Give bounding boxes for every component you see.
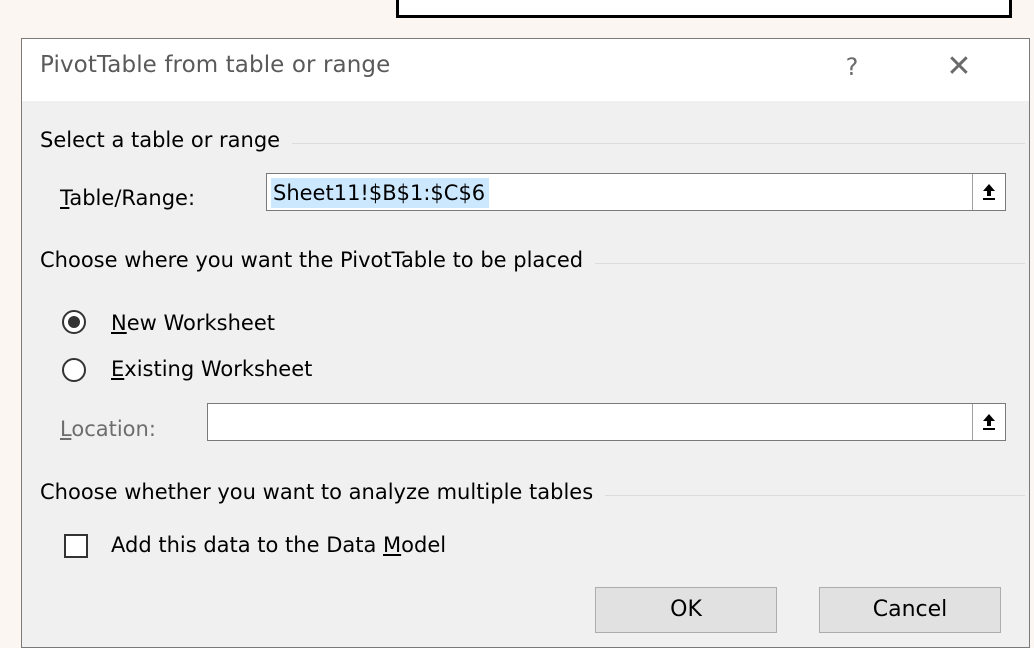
range-input-value: Sheet11!$B$1:$C$6 — [271, 178, 490, 208]
radio-existing-worksheet[interactable] — [62, 358, 86, 382]
range-input[interactable]: Sheet11!$B$1:$C$6 — [266, 173, 1006, 211]
range-label: Table/Range: — [60, 186, 195, 210]
data-model-label-mnemonic: M — [383, 533, 402, 557]
location-label-mnemonic: L — [60, 417, 72, 441]
section-heading-placement: Choose where you want the PivotTable to … — [40, 248, 596, 272]
radio-existing-worksheet-label[interactable]: Existing Worksheet — [111, 357, 312, 381]
ok-button[interactable]: OK — [595, 587, 777, 633]
range-label-mnemonic: T — [60, 186, 70, 210]
data-model-checkbox-label[interactable]: Add this data to the Data Model — [111, 533, 446, 557]
pivottable-dialog: PivotTable from table or range ? ✕ Selec… — [21, 38, 1030, 648]
radio-new-worksheet-mnemonic: N — [111, 311, 127, 335]
cancel-button[interactable]: Cancel — [819, 587, 1001, 633]
section-heading-multiple: Choose whether you want to analyze multi… — [40, 480, 606, 504]
dialog-title: PivotTable from table or range — [40, 52, 391, 78]
close-button[interactable]: ✕ — [934, 45, 984, 89]
location-label-rest: ocation: — [71, 417, 156, 441]
dialog-titlebar: PivotTable from table or range ? ✕ — [22, 39, 1029, 101]
radio-new-worksheet[interactable] — [62, 310, 86, 334]
radio-existing-worksheet-mnemonic: E — [111, 357, 125, 381]
radio-selected-dot — [68, 316, 80, 328]
location-collapse-button[interactable] — [972, 404, 1005, 440]
radio-new-worksheet-text: ew Worksheet — [126, 311, 275, 335]
data-model-label-suffix: odel — [401, 533, 447, 557]
range-collapse-button[interactable] — [972, 174, 1005, 210]
data-model-label-prefix: Add this data to the Data — [111, 533, 384, 557]
background-window-frame — [396, 0, 1012, 18]
range-label-rest: able/Range: — [69, 186, 196, 210]
help-button[interactable]: ? — [832, 45, 872, 89]
data-model-checkbox[interactable] — [64, 534, 88, 558]
radio-existing-worksheet-text: xisting Worksheet — [124, 357, 313, 381]
collapse-dialog-icon — [983, 414, 995, 430]
radio-new-worksheet-label[interactable]: New Worksheet — [111, 311, 275, 335]
location-label: Location: — [60, 417, 156, 441]
collapse-dialog-icon — [983, 184, 995, 200]
section-heading-table: Select a table or range — [40, 128, 293, 152]
location-input[interactable] — [207, 403, 1006, 441]
